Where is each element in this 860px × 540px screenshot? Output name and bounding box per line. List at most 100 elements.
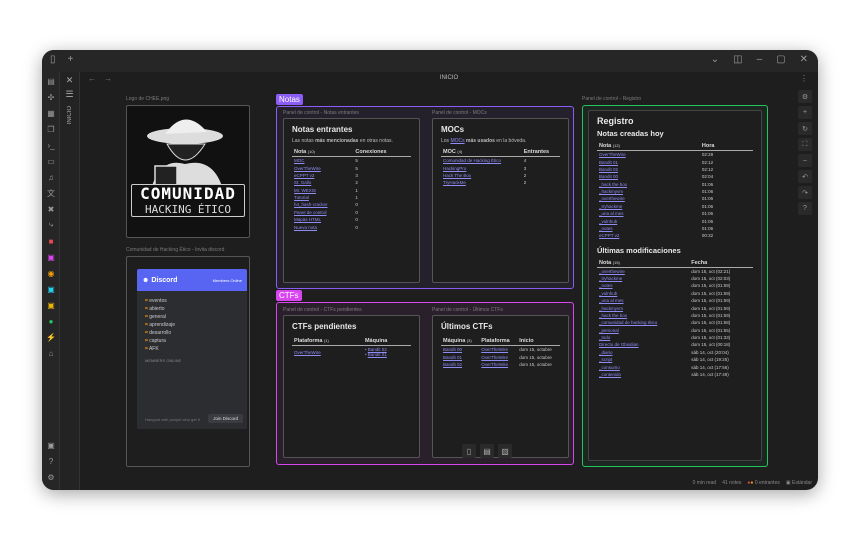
platform-link[interactable]: OverTheWire (479, 353, 517, 360)
split-icon[interactable]: ◫ (733, 54, 742, 65)
nota-link[interactable]: OverTheWire (292, 164, 353, 171)
more-options-icon[interactable]: ⋮ (800, 74, 808, 83)
discord-channel[interactable]: ⌗ abierto (137, 305, 247, 313)
notas-group-label[interactable]: Notas (276, 94, 303, 105)
nota-link[interactable]: St. Gallo (292, 179, 353, 186)
discord-channel[interactable]: ⌗ aprendizaje (137, 321, 247, 329)
zoom-out-icon[interactable]: – (798, 154, 812, 167)
tools-icon[interactable]: ✖ (42, 202, 60, 216)
machine-link[interactable]: Bandit 00 (441, 346, 479, 354)
nota-link[interactable]: Nueva nota (292, 223, 353, 230)
graph-icon[interactable]: ✣ (42, 90, 60, 104)
nota-link[interactable]: _notes (597, 282, 689, 289)
discord-channel[interactable]: ⌗ desarrollo (137, 329, 247, 337)
nota-link[interactable]: OverTheWire (597, 151, 700, 159)
mode-indicator[interactable]: ▣ Estándar (786, 480, 812, 486)
pending-platform[interactable]: OverTheWire (292, 346, 363, 359)
orange-icon[interactable]: ◉ (42, 266, 60, 280)
nota-link[interactable]: Bandit 00 (597, 173, 700, 180)
note-icon[interactable]: ▤ (480, 444, 494, 458)
moc-link[interactable]: Comunidad de Hacking Ético (441, 157, 522, 165)
moc-link[interactable]: TryHackMe (441, 179, 522, 186)
nota-link[interactable]: Bandit 01 (597, 158, 700, 165)
discord-channel[interactable]: ⌗ captura (137, 337, 247, 345)
discord-channel[interactable]: ⌗ AFK (137, 345, 247, 353)
nota-link[interactable]: _comunidad de hacking ético (597, 319, 689, 326)
ultimos-ctfs-node[interactable]: Últimos CTFs Máquina (3) Plataforma Inic… (432, 315, 569, 458)
ctfs-group-label[interactable]: CTFs (276, 290, 302, 301)
machine-link[interactable]: Bandit 01 (441, 353, 479, 360)
discord-channel[interactable]: ⌗ general (137, 313, 247, 321)
redo-icon[interactable]: ↷ (798, 186, 812, 199)
maximize-icon[interactable]: ▢ (776, 54, 785, 65)
fit-icon[interactable]: ⛶ (798, 138, 812, 151)
green-icon[interactable]: ● (42, 314, 60, 328)
notas-entrantes-node[interactable]: Notas entrantes Las notas más mencionada… (283, 118, 420, 283)
cyan-icon[interactable]: ▣ (42, 282, 60, 296)
discord-node[interactable]: ☻ Discord Members Online ⌗ eventos ⌗ abie… (126, 256, 250, 467)
nota-link[interactable]: Bandit 02 (597, 166, 700, 173)
nota-link[interactable]: _vulnhub (597, 217, 700, 224)
vault-icon[interactable]: ▣ (42, 438, 60, 452)
nota-link[interactable]: _todo (597, 334, 689, 341)
undo-icon[interactable]: ↶ (798, 170, 812, 183)
nota-link[interactable]: _notes (597, 225, 700, 232)
nota-link[interactable]: eCPPT v2 (597, 232, 700, 239)
nota-link[interactable]: _vulnhub (597, 290, 689, 297)
yellow-icon[interactable]: ▣ (42, 298, 60, 312)
terminal-icon[interactable]: ›_ (42, 138, 60, 152)
share-icon[interactable]: ⤷ (42, 218, 60, 232)
join-discord-button[interactable]: Join Discord (208, 414, 243, 423)
nota-link[interactable]: h4_hash-cracker (292, 201, 353, 208)
pending-machine-item[interactable]: • Bandit 01 (365, 352, 409, 357)
nota-link[interactable]: MOC (292, 157, 353, 165)
canvas-icon[interactable]: ▦ (42, 106, 60, 120)
moc-link[interactable]: HackingPro (441, 164, 522, 171)
nota-link[interactable]: _hack the box (597, 181, 700, 188)
nota-link[interactable]: _script (597, 356, 689, 363)
nota-link[interactable]: eCPPT v2 (292, 172, 353, 179)
nota-link[interactable]: _overthewire (597, 267, 689, 275)
registro-node[interactable]: Registro Notas creadas hoy Nota (12) Hor… (588, 110, 762, 461)
pending-machine-link[interactable]: Bandit 01 (368, 352, 387, 357)
logo-node[interactable]: COMUNIDAD HACKING ÉTICO (126, 105, 250, 238)
close-panel-icon[interactable]: ✕ (60, 75, 79, 86)
machine-link[interactable]: Bandit 02 (441, 361, 479, 368)
list-icon[interactable]: ☰ (60, 89, 79, 100)
nota-link[interactable]: _hackmyvm (597, 188, 700, 195)
reset-zoom-icon[interactable]: ↻ (798, 122, 812, 135)
mic-icon[interactable]: ♫ (42, 170, 60, 184)
ctfs-pendientes-node[interactable]: CTFs pendientes Plataforma (1) Máquina O… (283, 315, 420, 458)
nota-link[interactable]: _overthewire (597, 195, 700, 202)
red-square-icon[interactable]: ■ (42, 234, 60, 248)
help-icon[interactable]: ? (42, 454, 60, 468)
nota-link[interactable]: _una al mes (597, 210, 700, 217)
new-tab-icon[interactable]: + (68, 54, 74, 65)
nota-link[interactable]: _tryhackme (597, 203, 700, 210)
nota-link[interactable]: Mapas HTML (292, 216, 353, 223)
minimize-icon[interactable]: – (757, 54, 763, 65)
nota-link[interactable]: _hackmyvm (597, 304, 689, 311)
file-icon[interactable]: ▯ (462, 444, 476, 458)
sidebar-toggle-icon[interactable]: ▯ (50, 54, 56, 65)
nota-link[interactable]: _consumo (597, 363, 689, 370)
nota-link[interactable]: _diario (597, 349, 689, 356)
pink-icon[interactable]: ▣ (42, 250, 60, 264)
nota-link[interactable]: Directo de Obsidian (597, 341, 689, 348)
nota-link[interactable]: _tryhackme (597, 275, 689, 282)
orange-bolt-icon[interactable]: ⚡ (42, 330, 60, 344)
translate-icon[interactable]: 文 (42, 186, 60, 200)
help-circle-icon[interactable]: ? (798, 202, 812, 215)
chevron-down-icon[interactable]: ⌄ (711, 54, 719, 65)
discord-channel[interactable]: ⌗ eventos (137, 297, 247, 305)
nota-link[interactable]: _personal (597, 327, 689, 334)
calendar-icon[interactable]: ▭ (42, 154, 60, 168)
nota-link[interactable]: Tutorial (292, 194, 353, 201)
nota-link[interactable]: _contenido (597, 371, 689, 378)
platform-link[interactable]: OverTheWire (479, 361, 517, 368)
copy-icon[interactable]: ❐ (42, 122, 60, 136)
files-icon[interactable]: ▤ (42, 74, 60, 88)
settings-icon[interactable]: ⚙ (42, 470, 60, 484)
nota-link[interactable]: Panel de control (292, 209, 353, 216)
canvas-settings-icon[interactable]: ⚙ (798, 90, 812, 103)
